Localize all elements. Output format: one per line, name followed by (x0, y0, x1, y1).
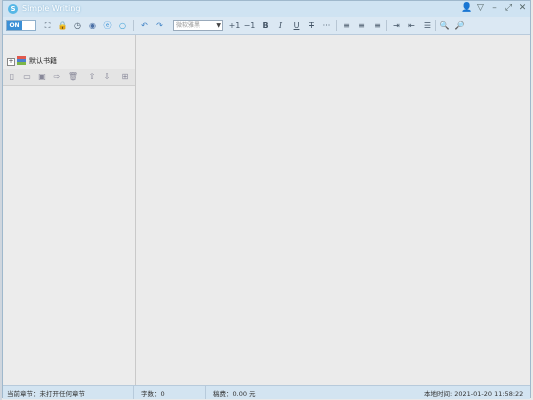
fee-status: 稿费：0.00 元 (213, 390, 256, 398)
underline-button[interactable]: U (290, 19, 303, 32)
font-size-increase-button[interactable]: +1 (228, 19, 241, 32)
disc-icon[interactable]: ◉ (86, 19, 99, 32)
app-logo-icon: S (8, 4, 18, 14)
delete-icon[interactable]: 🗑 (67, 71, 79, 83)
tree-item-label: 默认书籍 (29, 57, 57, 65)
clock-icon[interactable]: ◷ (71, 19, 84, 32)
undo-icon[interactable]: ↶ (138, 19, 151, 32)
font-size-decrease-button[interactable]: −1 (243, 19, 256, 32)
redo-icon[interactable]: ↷ (153, 19, 166, 32)
settings-icon[interactable]: ⊞ (119, 71, 131, 83)
minimize-icon[interactable]: – (489, 3, 500, 14)
book-sidebar: ▯ ▭ ▣ ⇨ 🗑 ⇧ ⇩ ⊞ + 默认书籍 (3, 35, 136, 385)
font-family-select[interactable]: 微软雅黑 ▼ (173, 20, 223, 31)
search-icon[interactable]: 🔍 (438, 19, 451, 32)
maximize-icon[interactable]: ⤢ (503, 3, 514, 14)
replace-icon[interactable]: 🔎 (453, 19, 466, 32)
toolbar-divider (435, 20, 436, 31)
window-title: Simple Writing (22, 4, 81, 13)
move-up-icon[interactable]: ⇧ (86, 71, 98, 83)
on-toggle-switch[interactable]: ON (6, 20, 36, 31)
sidebar-toolbar: ▯ ▭ ▣ ⇨ 🗑 ⇧ ⇩ ⊞ (3, 69, 135, 86)
new-book-icon[interactable]: ▯ (6, 71, 18, 83)
indent-icon[interactable]: ⇥ (390, 19, 403, 32)
align-right-icon[interactable]: ≡ (371, 19, 384, 32)
toolbar-divider (336, 20, 337, 31)
main-toolbar: ON ⛶ 🔒 ◷ ◉ ⓔ ○ ↶ ↷ 微软雅黑 ▼ +1 −1 B I U T … (3, 17, 530, 35)
toolbar-divider (386, 20, 387, 31)
screen: S Simple Writing 👤 ▽ – ⤢ ✕ ON ⛶ 🔒 ◷ ◉ ⓔ … (0, 0, 533, 400)
move-down-icon[interactable]: ⇩ (101, 71, 113, 83)
bold-button[interactable]: B (259, 19, 272, 32)
more-button[interactable]: ··· (320, 19, 333, 32)
app-window: S Simple Writing 👤 ▽ – ⤢ ✕ ON ⛶ 🔒 ◷ ◉ ⓔ … (2, 0, 531, 399)
expand-icon[interactable]: + (7, 58, 15, 66)
toolbar-divider (133, 20, 134, 31)
toggle-label: ON (7, 21, 22, 30)
list-icon[interactable]: ☰ (421, 19, 434, 32)
user-icon[interactable]: 👤 (461, 3, 472, 14)
status-bar: 当前章节：未打开任何章节 字数：0 稿费：0.00 元 本地时间: 2021-0… (3, 385, 530, 399)
export-icon[interactable]: ⇨ (51, 71, 63, 83)
chevron-down-icon: ▼ (216, 22, 221, 29)
books-icon (17, 56, 26, 65)
status-divider (133, 386, 134, 399)
browser-icon[interactable]: ⓔ (101, 19, 114, 32)
fullscreen-icon[interactable]: ⛶ (41, 19, 54, 32)
align-center-icon[interactable]: ≡ (355, 19, 368, 32)
strikethrough-button[interactable]: T (305, 19, 318, 32)
title-bar: S Simple Writing 👤 ▽ – ⤢ ✕ (3, 1, 530, 17)
open-folder-icon[interactable]: ▭ (21, 71, 33, 83)
align-left-icon[interactable]: ≡ (340, 19, 353, 32)
font-select-value: 微软雅黑 (176, 22, 201, 29)
editor-area[interactable] (136, 35, 530, 385)
word-count-status: 字数：0 (141, 390, 165, 398)
current-chapter-status: 当前章节：未打开任何章节 (7, 390, 85, 398)
lock-icon[interactable]: 🔒 (56, 19, 69, 32)
status-divider (205, 386, 206, 399)
circle-icon[interactable]: ○ (116, 19, 129, 32)
italic-button[interactable]: I (274, 19, 287, 32)
image-icon[interactable]: ▣ (36, 71, 48, 83)
local-time-status: 本地时间: 2021-01-20 11:58:22 (424, 390, 524, 398)
skin-dropdown-icon[interactable]: ▽ (475, 3, 486, 14)
outdent-icon[interactable]: ⇤ (405, 19, 418, 32)
close-icon[interactable]: ✕ (517, 3, 528, 14)
